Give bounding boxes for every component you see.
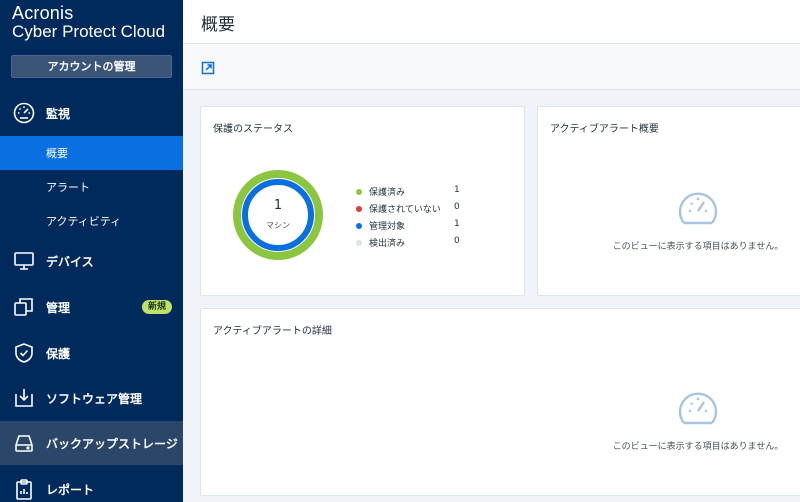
legend-dot bbox=[356, 206, 362, 212]
gauge-icon bbox=[12, 101, 36, 125]
legend-value: 0 bbox=[454, 236, 460, 246]
sidebar-item-software-management[interactable]: ソフトウェア管理 bbox=[0, 381, 183, 415]
sidebar-subitem-overview[interactable]: 概要 bbox=[0, 136, 183, 170]
legend-label: 保護済み bbox=[369, 188, 406, 198]
sidebar-subitem-alerts[interactable]: アラート bbox=[0, 170, 183, 204]
machine-count: 1 bbox=[273, 198, 283, 213]
machine-donut-chart: 1 マシン bbox=[232, 169, 324, 261]
sidebar-item-label: バックアップストレージ bbox=[46, 436, 178, 451]
legend-value: 0 bbox=[454, 202, 460, 212]
empty-state-text: このビューに表示する項目はありません。 bbox=[612, 242, 784, 252]
storage-drive-icon bbox=[12, 431, 36, 455]
dashboard-toolbar bbox=[183, 44, 800, 90]
new-badge: 新規 bbox=[142, 300, 173, 314]
sidebar-item-label: ソフトウェア管理 bbox=[46, 391, 143, 406]
legend-item-discovered[interactable]: 検出済み 0 bbox=[356, 235, 466, 252]
status-legend: 保護済み 1 保護されていない 0 管理対象 1 検出済み 0 bbox=[356, 184, 466, 252]
monitor-icon bbox=[12, 249, 36, 273]
gauge-icon bbox=[676, 389, 720, 431]
legend-dot bbox=[356, 223, 362, 229]
page-header: 概要 bbox=[183, 0, 800, 44]
legend-item-managed[interactable]: 管理対象 1 bbox=[356, 218, 466, 235]
sidebar-subitem-label: 概要 bbox=[46, 147, 68, 160]
widget-title: 保護のステータス bbox=[213, 124, 293, 135]
sidebar-item-reports[interactable]: レポート bbox=[0, 472, 183, 502]
page-title: 概要 bbox=[201, 15, 235, 35]
sidebar-item-label: レポート bbox=[46, 482, 95, 497]
brand-name: Acronis bbox=[12, 3, 74, 23]
empty-state: このビューに表示する項目はありません。 bbox=[588, 189, 800, 252]
brand-product: Cyber Protect Cloud bbox=[12, 22, 166, 41]
sidebar-item-devices[interactable]: デバイス bbox=[0, 244, 183, 278]
legend-value: 1 bbox=[454, 219, 460, 229]
expand-icon[interactable] bbox=[201, 60, 215, 75]
legend-item-unprotected[interactable]: 保護されていない 0 bbox=[356, 201, 466, 218]
legend-label: 検出済み bbox=[369, 239, 406, 249]
sidebar: Acronis Cyber Protect Cloud アカウントの管理 監視 … bbox=[0, 0, 183, 502]
machine-count-label: マシン bbox=[266, 221, 290, 230]
sidebar-subitem-activities[interactable]: アクティビティ bbox=[0, 204, 183, 238]
sidebar-item-backup-storage[interactable]: バックアップストレージ bbox=[0, 421, 183, 465]
empty-state-text: このビューに表示する項目はありません。 bbox=[612, 442, 784, 452]
widget-title: アクティブアラート概要 bbox=[550, 124, 659, 135]
legend-label: 保護されていない bbox=[369, 205, 441, 215]
sidebar-subitem-label: アラート bbox=[46, 181, 90, 194]
empty-state: このビューに表示する項目はありません。 bbox=[588, 389, 800, 452]
report-icon bbox=[12, 477, 36, 501]
sidebar-item-monitoring[interactable]: 監視 bbox=[0, 96, 183, 130]
protection-status-widget: 保護のステータス 1 マシン 保護済み 1 保護されていない 0 管理対象 1 … bbox=[200, 106, 525, 296]
active-alerts-summary-widget: アクティブアラート概要 このビューに表示する項目はありません。 bbox=[537, 106, 800, 296]
shield-check-icon bbox=[12, 341, 36, 365]
brand-logo: Acronis Cyber Protect Cloud bbox=[12, 4, 165, 42]
copy-icon bbox=[12, 295, 36, 319]
sidebar-item-protection[interactable]: 保護 bbox=[0, 336, 183, 370]
sidebar-item-label: 保護 bbox=[46, 346, 71, 361]
sidebar-item-management[interactable]: 管理 新規 bbox=[0, 290, 183, 324]
account-management-button[interactable]: アカウントの管理 bbox=[11, 55, 172, 78]
legend-dot bbox=[356, 240, 362, 246]
active-alerts-details-widget: アクティブアラートの詳細 このビューに表示する項目はありません。 bbox=[200, 308, 800, 496]
sidebar-item-label: 監視 bbox=[46, 106, 71, 121]
sidebar-item-label: デバイス bbox=[46, 254, 94, 269]
sidebar-subitem-label: アクティビティ bbox=[46, 215, 122, 228]
legend-label: 管理対象 bbox=[369, 222, 406, 232]
legend-dot bbox=[356, 189, 362, 195]
legend-value: 1 bbox=[454, 185, 460, 195]
download-box-icon bbox=[12, 386, 36, 410]
sidebar-item-label: 管理 bbox=[46, 300, 71, 315]
legend-item-protected[interactable]: 保護済み 1 bbox=[356, 184, 466, 201]
widget-title: アクティブアラートの詳細 bbox=[213, 326, 332, 337]
gauge-icon bbox=[676, 189, 720, 231]
